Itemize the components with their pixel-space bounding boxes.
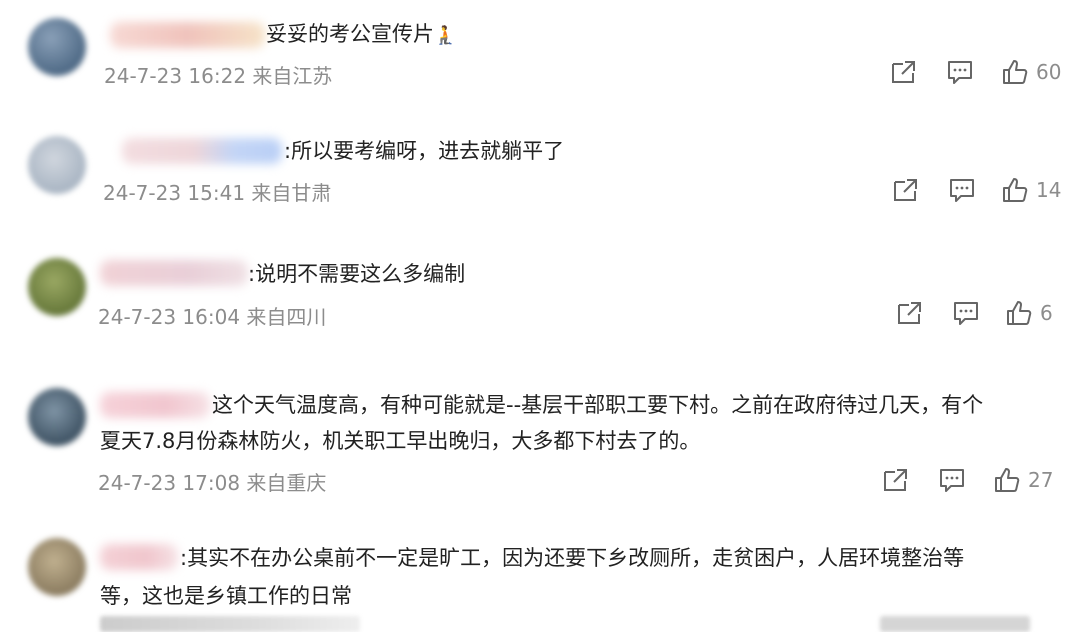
thumbs-up-icon bbox=[1007, 301, 1032, 325]
username[interactable] bbox=[100, 260, 248, 286]
location: 来自甘肃 bbox=[251, 181, 332, 205]
thumbs-up-icon bbox=[995, 468, 1020, 492]
like-count: 6 bbox=[1040, 301, 1053, 325]
comment-text-continued: 夏天7.8月份森林防火，机关职工早出晚归，大多都下村去了的。 bbox=[100, 429, 701, 453]
comment-text: :所以要考编呀，进去就躺平了 bbox=[284, 139, 565, 163]
username[interactable] bbox=[100, 392, 210, 418]
comment-icon bbox=[950, 179, 974, 202]
location: 来自江苏 bbox=[252, 64, 333, 88]
comment-text: :说明不需要这么多编制 bbox=[248, 262, 466, 286]
comment-text-continued: 等，这也是乡镇工作的日常 bbox=[100, 584, 352, 608]
like-count: 14 bbox=[1036, 178, 1062, 202]
username[interactable] bbox=[110, 22, 265, 48]
like-button[interactable]: 6 bbox=[1006, 298, 1053, 328]
comment-item: :其实不在办公桌前不一定是旷工，因为还要下乡改厕所，走贫困户，人居环境整治等 等… bbox=[0, 520, 1080, 626]
avatar[interactable] bbox=[28, 18, 86, 76]
avatar[interactable] bbox=[28, 538, 86, 596]
comment-icon bbox=[948, 61, 972, 84]
share-icon bbox=[898, 302, 921, 324]
avatar[interactable] bbox=[28, 388, 86, 446]
comment-item: :所以要考编呀，进去就躺平了 24-7-23 15:41 来自甘肃 14 bbox=[0, 120, 1080, 240]
comment-actions-cut-off bbox=[880, 616, 1030, 632]
thumbs-up-icon bbox=[1003, 178, 1028, 202]
timestamp: 24-7-23 16:22 bbox=[104, 64, 247, 88]
share-button[interactable] bbox=[882, 465, 910, 495]
username[interactable] bbox=[122, 138, 282, 164]
like-button[interactable]: 27 bbox=[994, 465, 1053, 495]
comment-item: 这个天气温度高，有种可能就是--基层干部职工要下村。之前在政府待过几天，有个 夏… bbox=[0, 370, 1080, 520]
reply-button[interactable] bbox=[952, 298, 980, 328]
comment-meta: 24-7-23 16:04 来自四川 bbox=[98, 301, 326, 330]
username[interactable] bbox=[100, 544, 178, 570]
share-icon bbox=[892, 61, 915, 83]
comment-meta: 24-7-23 17:08 来自重庆 bbox=[98, 467, 326, 496]
like-button[interactable]: 60 bbox=[1002, 57, 1061, 87]
location: 来自四川 bbox=[246, 305, 327, 329]
like-count: 27 bbox=[1028, 468, 1054, 492]
person-kneeling-emoji: 🧎 bbox=[434, 25, 457, 46]
share-icon bbox=[884, 469, 907, 491]
comment-icon bbox=[940, 469, 964, 492]
comment-actions: 6 bbox=[896, 298, 1076, 328]
comment-item: 妥妥的考公宣传片🧎 24-7-23 16:22 来自江苏 60 bbox=[0, 0, 1080, 120]
like-button[interactable]: 14 bbox=[1002, 175, 1061, 205]
timestamp: 24-7-23 17:08 bbox=[98, 471, 241, 495]
share-button[interactable] bbox=[896, 298, 924, 328]
thumbs-up-icon bbox=[1003, 60, 1028, 84]
reply-button[interactable] bbox=[938, 465, 966, 495]
comment-actions: 27 bbox=[882, 465, 1072, 495]
comment-meta-cut-off bbox=[100, 616, 360, 632]
avatar[interactable] bbox=[28, 258, 86, 316]
reply-button[interactable] bbox=[946, 57, 974, 87]
comment-actions: 14 bbox=[892, 175, 1072, 205]
share-button[interactable] bbox=[892, 175, 920, 205]
share-icon bbox=[894, 179, 917, 201]
avatar[interactable] bbox=[28, 136, 86, 194]
timestamp: 24-7-23 15:41 bbox=[103, 181, 246, 205]
comment-meta: 24-7-23 15:41 来自甘肃 bbox=[103, 177, 331, 206]
comment-item: :说明不需要这么多编制 24-7-23 16:04 来自四川 6 bbox=[0, 240, 1080, 370]
like-count: 60 bbox=[1036, 60, 1062, 84]
timestamp: 24-7-23 16:04 bbox=[98, 305, 241, 329]
comment-text: :其实不在办公桌前不一定是旷工，因为还要下乡改厕所，走贫困户，人居环境整治等 bbox=[180, 546, 965, 570]
comment-text: 这个天气温度高，有种可能就是--基层干部职工要下村。之前在政府待过几天，有个 bbox=[212, 393, 984, 417]
comment-icon bbox=[954, 302, 978, 325]
comment-text: 妥妥的考公宣传片🧎 bbox=[266, 22, 457, 46]
comment-actions: 60 bbox=[890, 57, 1070, 87]
comment-meta: 24-7-23 16:22 来自江苏 bbox=[104, 60, 332, 89]
reply-button[interactable] bbox=[948, 175, 976, 205]
share-button[interactable] bbox=[890, 57, 918, 87]
location: 来自重庆 bbox=[246, 471, 327, 495]
